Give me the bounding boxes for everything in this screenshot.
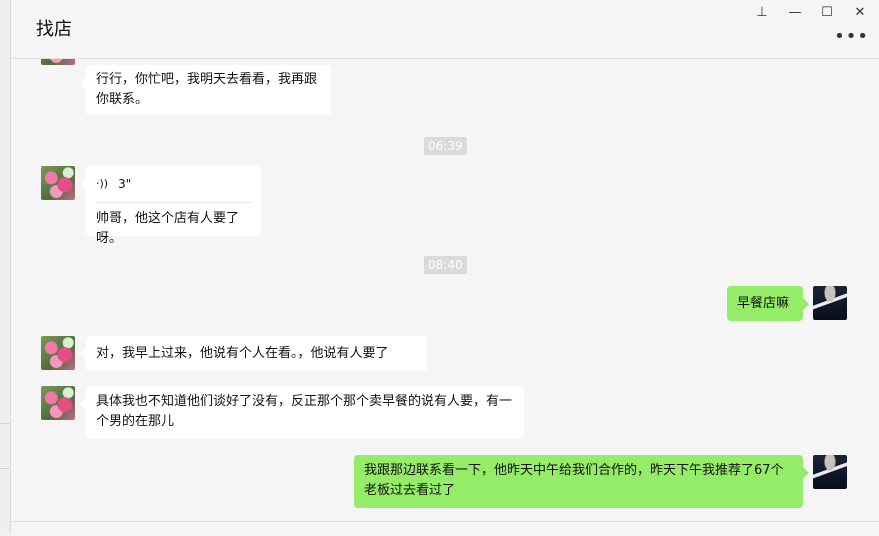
incoming-message[interactable]: 具体我也不知道他们谈好了没有，反正那个那个卖早餐的说有人要，有一个男的在那儿 [80,386,524,439]
maximize-button[interactable]: ☐ [816,2,838,22]
message-list[interactable]: 行行，你忙吧，我明天去看看，我再跟你联系。 06:39 ·)) 3" 帅哥，他这… [11,59,868,521]
voice-message[interactable]: ·)) 3" [96,174,251,194]
my-avatar[interactable] [813,455,847,489]
close-button[interactable]: ✕ [849,2,871,22]
my-avatar[interactable] [813,286,847,320]
incoming-message[interactable]: 行行，你忙吧，我明天去看看，我再跟你联系。 [80,65,331,115]
divider [96,202,251,203]
contact-avatar[interactable] [41,166,75,200]
contact-avatar[interactable] [41,59,75,65]
message-text: 我跟那边联系看一下，他昨天中午给我们合作的，昨天下午我推荐了67个老板过去看过了 [364,463,784,498]
minimize-button[interactable]: — [784,2,806,22]
outgoing-message[interactable]: 早餐店嘛 [727,286,809,321]
chat-header: 找店 [11,0,879,59]
input-area-border [11,521,879,536]
left-panel-divider [0,468,10,469]
timestamp: 08:40 [424,256,467,274]
voice-icon: ·)) [96,177,109,190]
message-text: 行行，你忙吧，我明天去看看，我再跟你联系。 [96,72,318,107]
contact-avatar[interactable] [41,336,75,370]
outgoing-message[interactable]: 我跟那边联系看一下，他昨天中午给我们合作的，昨天下午我推荐了67个老板过去看过了 [354,455,809,508]
contact-avatar[interactable] [41,386,75,420]
message-text: 对，我早上过来，他说有个人在看。，他说有人要了 [96,346,389,361]
message-text: 具体我也不知道他们谈好了没有，反正那个那个卖早餐的说有人要，有一个男的在那儿 [96,394,513,429]
scrollbar[interactable] [868,59,879,521]
incoming-message[interactable]: 对，我早上过来，他说有个人在看。，他说有人要了 [80,336,427,371]
left-panel-edge [0,0,11,535]
chat-title: 找店 [36,19,72,40]
incoming-message[interactable]: ·)) 3" 帅哥，他这个店有人要了呀。 [80,166,261,246]
message-text: 帅哥，他这个店有人要了呀。 [96,211,240,246]
left-panel-divider [0,423,10,424]
more-options-icon[interactable]: ••• [834,26,869,47]
voice-duration: 3" [118,177,132,191]
timestamp: 06:39 [424,137,467,155]
message-text: 早餐店嘛 [737,296,790,311]
pin-icon[interactable]: ⊥ [751,2,773,22]
